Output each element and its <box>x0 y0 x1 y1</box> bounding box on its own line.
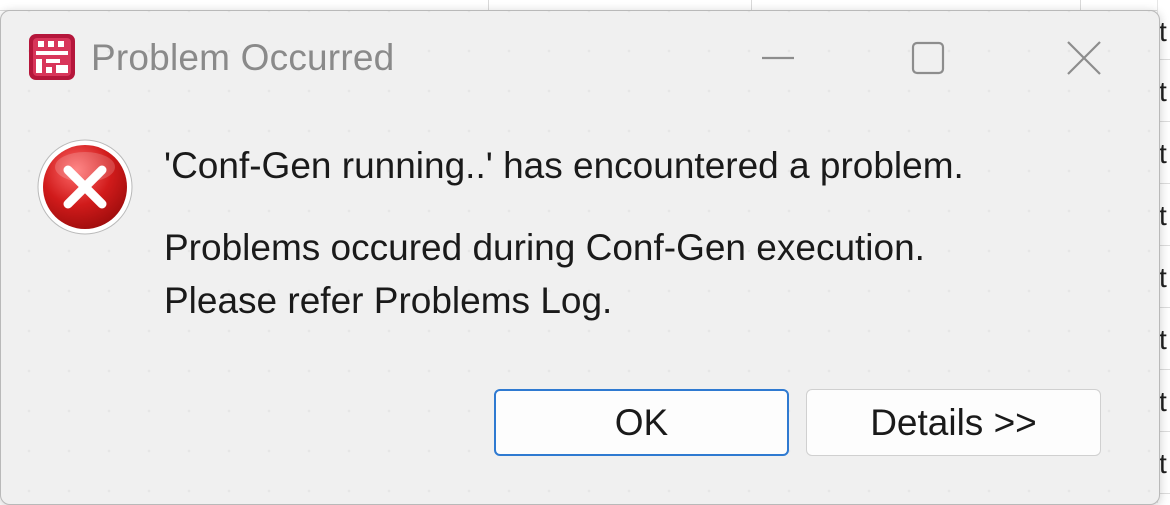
error-message-title: 'Conf-Gen running..' has encountered a p… <box>164 145 964 187</box>
title-bar[interactable]: Problem Occurred <box>1 11 1159 103</box>
app-icon <box>27 32 77 82</box>
error-detail-line: Please refer Problems Log. <box>164 274 925 327</box>
background-column-separator <box>488 0 489 10</box>
close-button[interactable] <box>1057 33 1111 83</box>
error-detail-line: Problems occured during Conf-Gen executi… <box>164 221 925 274</box>
error-icon <box>35 137 135 237</box>
error-message-details: Problems occured during Conf-Gen executi… <box>164 221 925 327</box>
maximize-button[interactable] <box>901 33 955 83</box>
minimize-button[interactable] <box>751 33 805 83</box>
background-cell-text: t <box>1159 138 1167 170</box>
background-cell-text: t <box>1159 200 1167 232</box>
background-cell-text: t <box>1159 16 1167 48</box>
maximize-icon <box>908 38 948 78</box>
window-title: Problem Occurred <box>91 37 394 79</box>
ok-button[interactable]: OK <box>494 389 789 456</box>
close-icon <box>1064 38 1104 78</box>
background-column-separator <box>1080 0 1081 10</box>
background-cell-text: t <box>1159 76 1167 108</box>
background-cell-text: t <box>1159 386 1167 418</box>
minimize-icon <box>758 38 798 78</box>
problem-dialog: Problem Occurred <box>0 10 1160 505</box>
background-cell-text: t <box>1159 262 1167 294</box>
background-column-separator <box>751 0 752 10</box>
background-cell-text: t <box>1159 324 1167 356</box>
details-button[interactable]: Details >> <box>806 389 1101 456</box>
background-cell-text: t <box>1159 448 1167 480</box>
